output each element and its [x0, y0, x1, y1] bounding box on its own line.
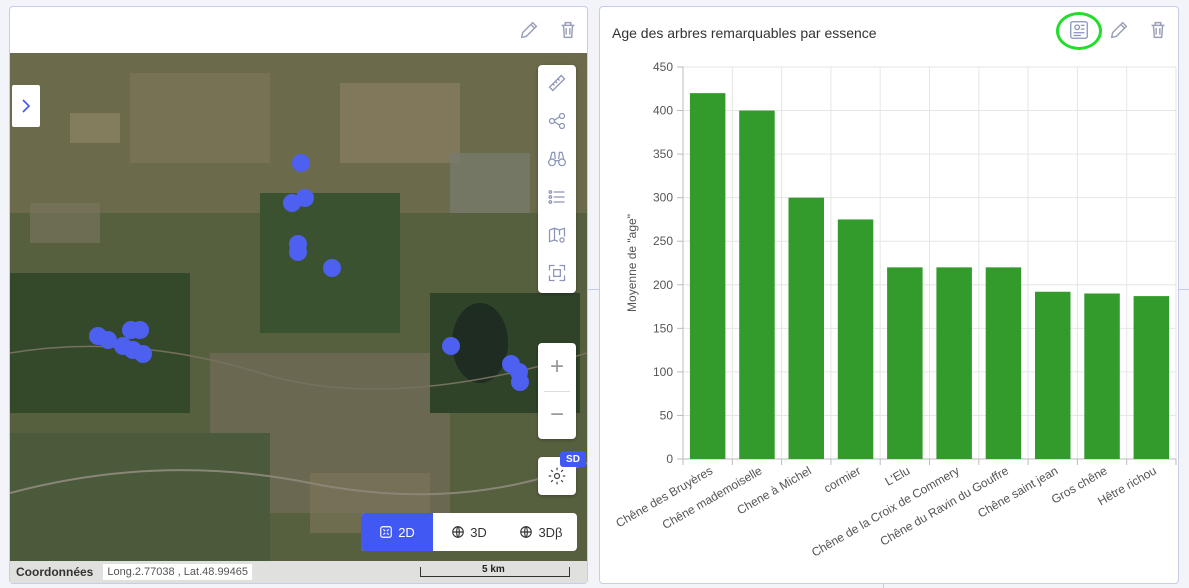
x-tick-label: cormier	[821, 463, 863, 495]
tree-marker[interactable]	[323, 259, 341, 277]
tree-marker[interactable]	[292, 154, 310, 172]
y-tick-label: 50	[660, 408, 674, 422]
chart-settings-icon[interactable]	[1068, 19, 1090, 41]
bar	[739, 110, 775, 460]
sd-badge: SD	[560, 451, 586, 467]
y-tick-label: 0	[666, 452, 673, 466]
x-tick-label: L'Elu	[883, 463, 913, 488]
y-tick-label: 100	[653, 365, 673, 379]
zoom-in-button[interactable]: +	[538, 343, 576, 391]
edit-icon[interactable]	[518, 19, 540, 41]
tree-marker[interactable]	[131, 321, 149, 339]
y-tick-label: 450	[653, 60, 673, 74]
bar	[837, 219, 874, 459]
map-widget: + − SD 2D 3D 3Dβ Coordonnées Long.2.7703…	[9, 6, 588, 584]
binoculars-icon[interactable]	[545, 147, 569, 171]
view-2d-label: 2D	[398, 524, 415, 540]
coordinates-bar: Coordonnées Long.2.77038 , Lat.48.99465 …	[10, 561, 587, 583]
zoom-out-button[interactable]: −	[538, 391, 576, 439]
y-axis-label: Moyenne de "age"	[625, 214, 639, 312]
chart-title: Age des arbres remarquables par essence	[612, 25, 877, 41]
tree-marker[interactable]	[134, 345, 152, 363]
scale-label: 5 km	[482, 564, 505, 575]
delete-icon[interactable]	[1147, 19, 1169, 41]
view-2d-button[interactable]: 2D	[361, 513, 433, 551]
chart-widget: Age des arbres remarquables par essence …	[599, 6, 1179, 584]
chart-widget-header: Age des arbres remarquables par essence	[600, 7, 1178, 53]
globe-icon	[452, 526, 465, 538]
zoom-controls: + −	[538, 343, 576, 439]
view-3d-label: 3D	[470, 524, 487, 540]
fullscreen-icon[interactable]	[545, 261, 569, 285]
tree-marker[interactable]	[442, 337, 460, 355]
view-3d-beta-label: 3Dβ	[538, 524, 563, 540]
view-mode-switch: 2D 3D 3Dβ	[361, 513, 577, 551]
bar	[985, 267, 1022, 459]
list-icon[interactable]	[545, 185, 569, 209]
delete-icon[interactable]	[557, 19, 579, 41]
y-tick-label: 200	[653, 278, 673, 292]
chevron-right-icon	[22, 99, 31, 113]
tree-marker[interactable]	[283, 194, 301, 212]
globe-icon	[520, 526, 533, 538]
satellite-imagery	[10, 53, 587, 583]
map-toolbar	[538, 65, 576, 293]
edit-icon[interactable]	[1108, 19, 1130, 41]
map-canvas[interactable]: + − SD 2D 3D 3Dβ Coordonnées Long.2.7703…	[10, 53, 587, 583]
bar	[689, 93, 726, 459]
share-icon[interactable]	[545, 109, 569, 133]
bar	[1133, 296, 1170, 459]
bar	[887, 267, 923, 459]
coordinates-label: Coordonnées	[16, 565, 94, 579]
tree-marker[interactable]	[289, 243, 307, 261]
map-settings-icon[interactable]	[545, 223, 569, 247]
y-tick-label: 250	[653, 234, 673, 248]
y-tick-label: 150	[653, 321, 673, 335]
tree-marker[interactable]	[511, 373, 529, 391]
ruler-icon[interactable]	[545, 71, 569, 95]
y-tick-label: 350	[653, 147, 673, 161]
bar	[1035, 291, 1071, 459]
coordinates-value: Long.2.77038 , Lat.48.99465	[103, 564, 253, 580]
gear-icon	[548, 467, 566, 485]
y-tick-label: 400	[653, 104, 673, 118]
expand-sidebar-button[interactable]	[12, 85, 40, 127]
view-3d-button[interactable]: 3D	[433, 513, 505, 551]
view-3d-beta-button[interactable]: 3Dβ	[505, 513, 577, 551]
map-widget-header	[10, 7, 587, 53]
map-2d-icon	[380, 526, 393, 538]
bar-chart: 050100150200250300350400450Chêne des Bru…	[613, 60, 1177, 560]
bar	[1084, 293, 1120, 459]
y-tick-label: 300	[653, 191, 673, 205]
bar	[788, 197, 824, 459]
bar	[936, 267, 972, 459]
